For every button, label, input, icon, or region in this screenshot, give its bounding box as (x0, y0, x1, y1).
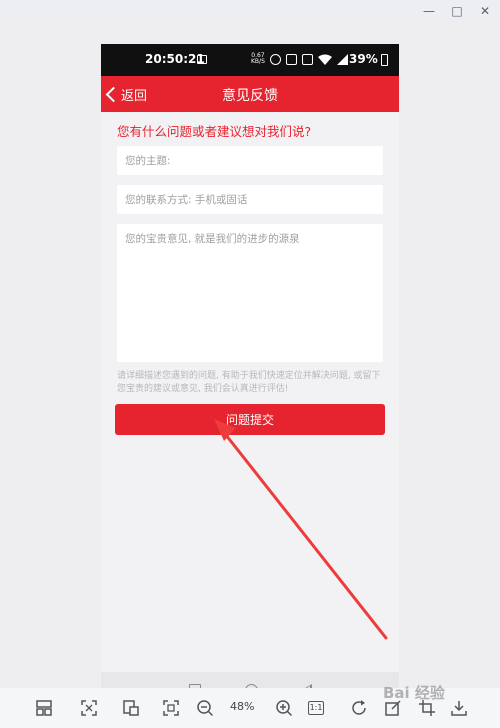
battery-percent: 39% (349, 52, 378, 66)
wifi-icon (317, 54, 332, 65)
ocr-icon[interactable] (121, 698, 141, 718)
actual-size-icon[interactable] (161, 698, 181, 718)
phone-screenshot: 20:50:21 0.67 KB/S 39% 返回 意见反馈 您有什么问题或者建… (101, 44, 399, 708)
feedback-textarea[interactable] (117, 224, 383, 362)
app-bar: 返回 意见反馈 (101, 76, 399, 112)
zoom-in-icon[interactable] (274, 698, 294, 718)
question-heading: 您有什么问题或者建议想对我们说? (117, 124, 312, 139)
maximize-button[interactable]: □ (450, 4, 464, 18)
battery-icon (381, 54, 388, 66)
image-viewer-canvas: 20:50:21 0.67 KB/S 39% 返回 意见反馈 您有什么问题或者建… (0, 22, 500, 708)
no-sim-icon (301, 53, 313, 65)
layout-icon[interactable] (34, 698, 54, 718)
network-speed: 0.67 KB/S (251, 53, 265, 65)
alarm-icon (269, 53, 281, 65)
signal-icon (336, 53, 348, 65)
one-to-one-label: 1:1 (308, 701, 324, 715)
status-bar: 20:50:21 0.67 KB/S 39% (101, 44, 399, 76)
zoom-out-icon[interactable] (195, 698, 215, 718)
image-notification-icon (197, 55, 207, 64)
one-to-one-button[interactable]: 1:1 (306, 698, 326, 718)
contact-input[interactable] (117, 185, 383, 214)
status-icons: 0.67 KB/S (251, 53, 348, 65)
submit-button[interactable]: 问题提交 (115, 404, 385, 435)
window-titlebar: — □ ✕ (0, 0, 500, 22)
watermark: Bai 经验 (383, 684, 445, 702)
close-button[interactable]: ✕ (478, 4, 492, 18)
network-speed-unit: KB/S (251, 58, 265, 65)
nfc-icon (285, 53, 297, 65)
download-icon[interactable] (449, 698, 469, 718)
hint-text: 请详细描述您遇到的问题, 有助于我们快速定位并解决问题, 或留下您宝贵的建议或意… (117, 371, 381, 394)
minimize-button[interactable]: — (422, 4, 436, 18)
page-title: 意见反馈 (222, 88, 278, 104)
status-time: 20:50:21 (145, 52, 205, 66)
fit-screen-icon[interactable] (79, 698, 99, 718)
zoom-level: 48% (230, 700, 255, 713)
subject-input[interactable] (117, 146, 383, 175)
rotate-icon[interactable] (349, 698, 369, 718)
